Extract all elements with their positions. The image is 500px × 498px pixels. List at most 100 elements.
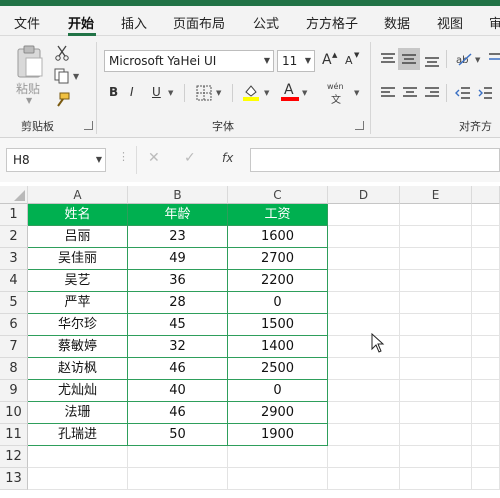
cell-d8[interactable] bbox=[328, 358, 400, 380]
wrap-text-icon[interactable] bbox=[488, 51, 500, 67]
font-size-select[interactable]: 11 ▼ bbox=[277, 50, 315, 72]
tab-fangfang-gezi[interactable]: 方方格子 bbox=[306, 13, 358, 32]
cell-d6[interactable] bbox=[328, 314, 400, 336]
phonetic-button[interactable]: wén 文 bbox=[327, 82, 351, 106]
align-bottom-icon[interactable] bbox=[424, 54, 440, 68]
row-header-7[interactable]: 7 bbox=[0, 336, 28, 358]
enter-icon[interactable]: ✓ bbox=[184, 150, 196, 166]
align-right-icon[interactable] bbox=[424, 86, 440, 100]
cell-f3[interactable] bbox=[472, 248, 500, 270]
cell-d1[interactable] bbox=[328, 204, 400, 226]
table-cell[interactable]: 尤灿灿 bbox=[28, 380, 128, 402]
column-header-d[interactable]: D bbox=[328, 186, 400, 204]
chevron-down-icon[interactable]: ▼ bbox=[168, 89, 173, 97]
cell-d9[interactable] bbox=[328, 380, 400, 402]
decrease-indent-icon[interactable] bbox=[455, 86, 471, 100]
table-cell[interactable]: 华尔珍 bbox=[28, 314, 128, 336]
tab-home[interactable]: 开始 bbox=[68, 13, 94, 32]
cell-e12[interactable] bbox=[400, 446, 472, 468]
tab-view[interactable]: 视图 bbox=[437, 13, 463, 32]
row-header-3[interactable]: 3 bbox=[0, 248, 28, 270]
cell-e1[interactable] bbox=[400, 204, 472, 226]
table-cell[interactable]: 1600 bbox=[228, 226, 328, 248]
cell-d2[interactable] bbox=[328, 226, 400, 248]
cell-f6[interactable] bbox=[472, 314, 500, 336]
table-cell[interactable]: 46 bbox=[128, 402, 228, 424]
cell-f9[interactable] bbox=[472, 380, 500, 402]
format-painter-icon[interactable] bbox=[54, 92, 70, 108]
cell-f10[interactable] bbox=[472, 402, 500, 424]
underline-button[interactable]: U bbox=[152, 85, 161, 99]
row-header-9[interactable]: 9 bbox=[0, 380, 28, 402]
table-cell[interactable]: 1900 bbox=[228, 424, 328, 446]
table-cell[interactable]: 50 bbox=[128, 424, 228, 446]
cell-d11[interactable] bbox=[328, 424, 400, 446]
cell-c13[interactable] bbox=[228, 468, 328, 490]
tab-review[interactable]: 审 bbox=[489, 13, 500, 32]
cell-f2[interactable] bbox=[472, 226, 500, 248]
table-cell[interactable]: 49 bbox=[128, 248, 228, 270]
cell-d13[interactable] bbox=[328, 468, 400, 490]
table-header-cell[interactable]: 年龄 bbox=[128, 204, 228, 226]
table-cell[interactable]: 23 bbox=[128, 226, 228, 248]
table-cell[interactable]: 32 bbox=[128, 336, 228, 358]
chevron-down-icon[interactable]: ▼ bbox=[73, 72, 79, 81]
cell-c12[interactable] bbox=[228, 446, 328, 468]
fill-color-icon[interactable] bbox=[242, 83, 260, 101]
cell-d3[interactable] bbox=[328, 248, 400, 270]
row-header-2[interactable]: 2 bbox=[0, 226, 28, 248]
table-header-cell[interactable]: 工资 bbox=[228, 204, 328, 226]
table-cell[interactable]: 36 bbox=[128, 270, 228, 292]
align-middle-button[interactable] bbox=[398, 48, 420, 70]
cell-e8[interactable] bbox=[400, 358, 472, 380]
cut-icon[interactable] bbox=[55, 45, 69, 61]
cell-d12[interactable] bbox=[328, 446, 400, 468]
row-header-13[interactable]: 13 bbox=[0, 468, 28, 490]
table-cell[interactable]: 赵访枫 bbox=[28, 358, 128, 380]
column-header-f[interactable] bbox=[472, 186, 500, 204]
copy-icon[interactable] bbox=[54, 68, 70, 84]
align-center-icon[interactable] bbox=[402, 86, 418, 100]
column-header-b[interactable]: B bbox=[128, 186, 228, 204]
select-all-corner[interactable] bbox=[0, 186, 28, 204]
table-cell[interactable]: 法珊 bbox=[28, 402, 128, 424]
cell-e7[interactable] bbox=[400, 336, 472, 358]
row-header-11[interactable]: 11 bbox=[0, 424, 28, 446]
tab-insert[interactable]: 插入 bbox=[121, 13, 147, 32]
chevron-down-icon[interactable]: ▼ bbox=[475, 56, 480, 64]
name-box[interactable]: H8 ▼ bbox=[6, 148, 106, 172]
font-name-select[interactable]: Microsoft YaHei UI ▼ bbox=[104, 50, 274, 72]
font-color-button[interactable]: A bbox=[281, 82, 299, 101]
table-cell[interactable]: 2500 bbox=[228, 358, 328, 380]
cell-e13[interactable] bbox=[400, 468, 472, 490]
cell-e10[interactable] bbox=[400, 402, 472, 424]
row-header-4[interactable]: 4 bbox=[0, 270, 28, 292]
cell-f13[interactable] bbox=[472, 468, 500, 490]
row-header-10[interactable]: 10 bbox=[0, 402, 28, 424]
tab-page-layout[interactable]: 页面布局 bbox=[173, 13, 225, 32]
cell-e4[interactable] bbox=[400, 270, 472, 292]
increase-indent-icon[interactable] bbox=[478, 86, 492, 100]
table-cell[interactable]: 1400 bbox=[228, 336, 328, 358]
cell-b12[interactable] bbox=[128, 446, 228, 468]
tab-file[interactable]: 文件 bbox=[14, 13, 40, 32]
table-header-cell[interactable]: 姓名 bbox=[28, 204, 128, 226]
cell-f4[interactable] bbox=[472, 270, 500, 292]
table-cell[interactable]: 2900 bbox=[228, 402, 328, 424]
chevron-down-icon[interactable]: ▼ bbox=[216, 89, 221, 97]
cell-e6[interactable] bbox=[400, 314, 472, 336]
cell-f8[interactable] bbox=[472, 358, 500, 380]
column-header-e[interactable]: E bbox=[400, 186, 472, 204]
cell-f5[interactable] bbox=[472, 292, 500, 314]
table-cell[interactable]: 吕丽 bbox=[28, 226, 128, 248]
cell-d5[interactable] bbox=[328, 292, 400, 314]
border-icon[interactable] bbox=[196, 85, 212, 101]
table-cell[interactable]: 1500 bbox=[228, 314, 328, 336]
row-header-8[interactable]: 8 bbox=[0, 358, 28, 380]
formula-input[interactable] bbox=[250, 148, 500, 172]
chevron-down-icon[interactable]: ▼ bbox=[354, 89, 359, 97]
chevron-down-icon[interactable]: ▼ bbox=[264, 89, 269, 97]
grow-font-button[interactable]: A ▲ bbox=[320, 51, 340, 71]
insert-function-button[interactable]: fx bbox=[222, 151, 233, 165]
cell-f11[interactable] bbox=[472, 424, 500, 446]
